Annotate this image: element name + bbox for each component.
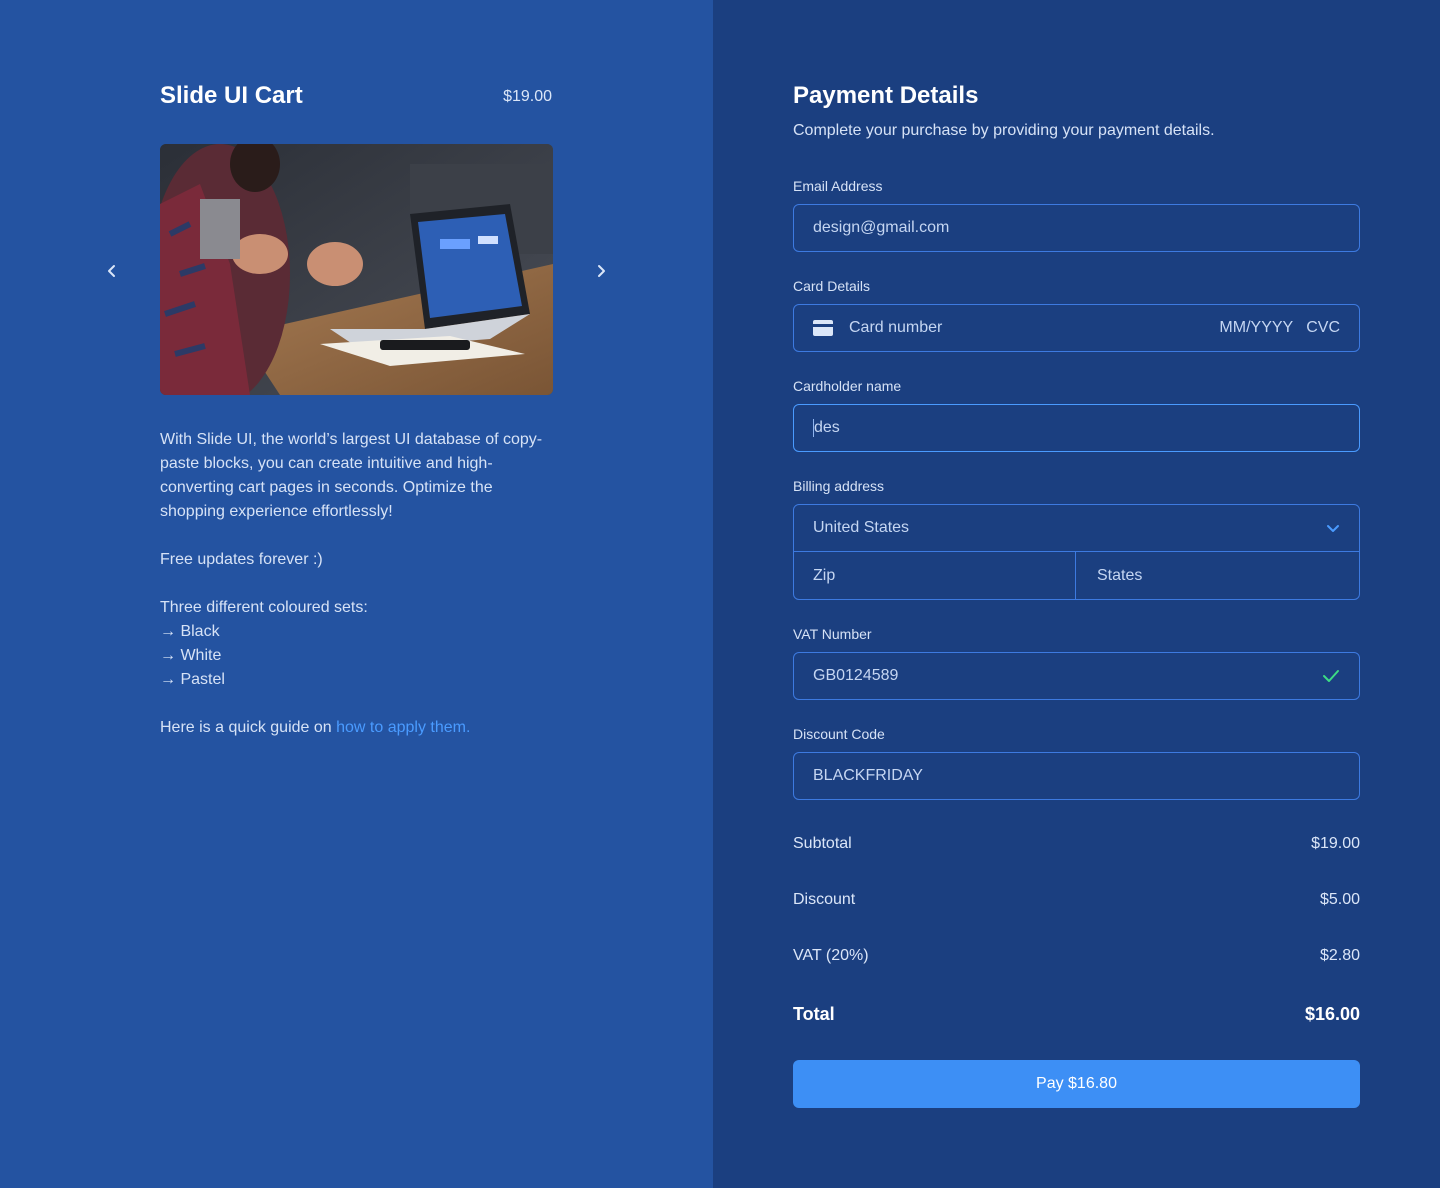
discount-value: $5.00 [1319,891,1360,908]
carousel-prev-button[interactable] [102,261,122,281]
updates-text: Free updates forever :) [160,551,323,568]
product-description: With Slide UI, the world’s largest UI da… [160,428,560,764]
cardholder-field[interactable]: des [793,404,1360,452]
check-icon [1323,670,1339,682]
guide-link[interactable]: how to apply them. [336,719,470,736]
payment-panel: Payment Details Complete your purchase b… [713,0,1440,1188]
cart-price: $19.00 [503,88,552,105]
country-select[interactable]: United States [794,505,1359,552]
chevron-left-icon [108,265,115,277]
subtotal-label: Subtotal [793,835,852,852]
carousel-next-button[interactable] [591,261,611,281]
zip-input[interactable]: Zip [794,552,1075,599]
credit-card-icon [813,320,833,336]
cvc-placeholder[interactable]: CVC [1306,319,1340,337]
subtotal-row: Subtotal $19.00 [793,835,1360,853]
billing-label: Billing address [793,478,885,494]
zip-placeholder: Zip [813,566,836,584]
guide-text: Here is a quick guide on how to apply th… [160,716,560,740]
card-details-label: Card Details [793,278,871,294]
card-details-field[interactable]: Card number MM/YYYY CVC [793,304,1360,352]
cart-title: Slide UI Cart [160,82,303,109]
total-value: $16.00 [1304,1004,1360,1024]
discount-code-value: BLACKFRIDAY [813,767,923,784]
payment-title: Payment Details [793,82,979,109]
expiry-placeholder[interactable]: MM/YYYY [1219,319,1293,337]
discount-label: Discount [793,891,856,908]
total-label: Total [793,1004,835,1024]
cardholder-label: Cardholder name [793,378,902,394]
discount-row: Discount $5.00 [793,891,1360,909]
chevron-right-icon [598,265,605,277]
product-image [160,144,553,395]
chevron-down-icon [1327,525,1339,532]
vat-row: VAT (20%) $2.80 [793,947,1360,965]
country-value: United States [813,519,910,536]
sets-heading: Three different coloured sets: [160,599,368,616]
set-item-white: → White [160,647,222,664]
card-number-placeholder[interactable]: Card number [849,319,1219,337]
email-field[interactable]: design@gmail.com [793,204,1360,252]
billing-address-group: United States Zip States [793,504,1360,600]
discount-code-label: Discount Code [793,726,885,742]
vat-summary-value: $2.80 [1319,947,1360,964]
pay-button[interactable]: Pay $16.80 [793,1060,1360,1108]
sets-list: Three different coloured sets: → Black →… [160,596,560,692]
total-row: Total $16.00 [793,1004,1360,1025]
discount-code-field[interactable]: BLACKFRIDAY [793,752,1360,800]
cart-panel: Slide UI Cart $19.00 With Slide UI, the … [0,0,713,1188]
email-value: design@gmail.com [813,219,950,236]
vat-summary-label: VAT (20%) [793,947,869,964]
description-text: With Slide UI, the world’s largest UI da… [160,431,543,520]
vat-number-field[interactable]: GB0124589 [793,652,1360,700]
subtotal-value: $19.00 [1311,835,1360,852]
set-item-black: → Black [160,623,220,640]
cardholder-value: des [814,419,840,436]
vat-label: VAT Number [793,626,872,642]
set-item-pastel: → Pastel [160,671,225,688]
email-label: Email Address [793,178,883,194]
vat-value: GB0124589 [813,667,899,684]
guide-prefix: Here is a quick guide on [160,719,337,736]
state-input[interactable]: States [1075,552,1359,599]
payment-subtitle: Complete your purchase by providing your… [793,122,1215,139]
state-placeholder: States [1097,566,1143,584]
